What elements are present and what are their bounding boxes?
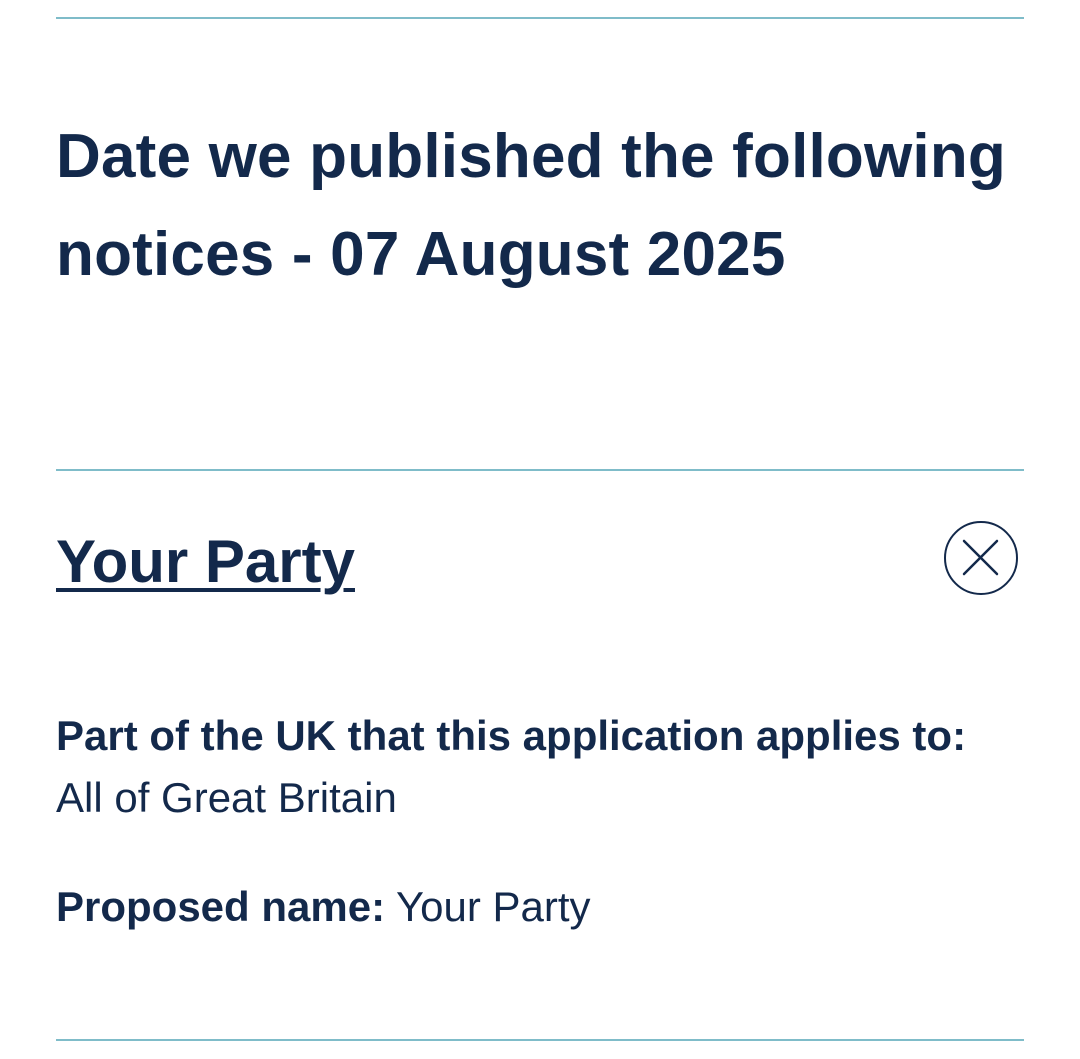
field-uk-part-label: Part of the UK that this application app… <box>56 712 967 759</box>
field-proposed-name-label: Proposed name: <box>56 883 386 930</box>
field-uk-part: Part of the UK that this application app… <box>56 705 1036 829</box>
close-button[interactable] <box>944 521 1018 595</box>
page-heading: Date we published the following notices … <box>56 122 1007 289</box>
field-proposed-name: Proposed name: Your Party <box>56 876 1036 938</box>
close-icon <box>962 539 999 576</box>
page: Date we published the following notices … <box>56 0 1024 1059</box>
field-uk-part-value: All of Great Britain <box>56 774 397 821</box>
divider-mid <box>56 469 1024 471</box>
divider-bottom <box>56 1039 1024 1041</box>
notice-title-link[interactable]: Your Party <box>56 522 355 602</box>
field-proposed-name-value: Your Party <box>396 883 591 930</box>
divider-top <box>56 17 1024 19</box>
